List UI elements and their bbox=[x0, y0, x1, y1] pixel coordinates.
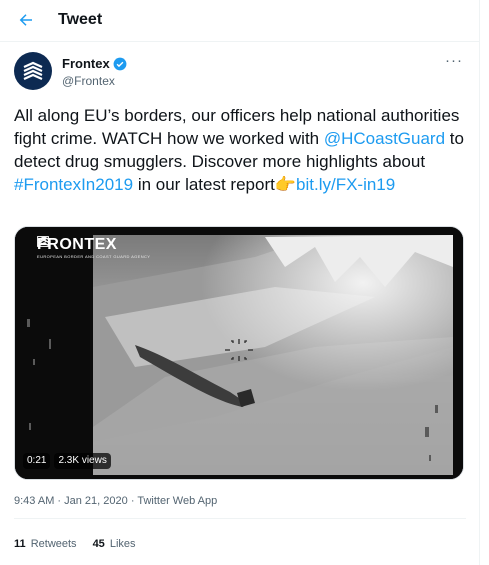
video-duration: 0:21 bbox=[23, 453, 51, 469]
more-options-button[interactable]: ··· bbox=[442, 52, 466, 74]
camera-icon bbox=[37, 236, 49, 247]
author-handle[interactable]: @Frontex bbox=[62, 74, 115, 88]
video-logo: FRONTEX bbox=[37, 236, 117, 254]
video-meta: 0:21 2.3K views bbox=[23, 453, 111, 469]
arrow-left-icon bbox=[19, 14, 32, 26]
verified-badge-icon bbox=[113, 57, 127, 70]
divider bbox=[14, 518, 466, 519]
likes-count: 45 bbox=[92, 538, 105, 550]
likes-stat[interactable]: 45 Likes bbox=[93, 538, 136, 550]
engagement-stats: 11 Retweets 45 Likes bbox=[14, 538, 136, 550]
report-link[interactable]: bit.ly/FX-in19 bbox=[296, 175, 395, 194]
retweets-label: Retweets bbox=[30, 538, 77, 550]
mention-link[interactable]: @HCoastGuard bbox=[324, 129, 445, 148]
tweet-date[interactable]: Jan 21, 2020 bbox=[64, 495, 128, 507]
more-options-icon: ··· bbox=[445, 52, 463, 69]
tweet-source[interactable]: Twitter Web App bbox=[137, 495, 217, 507]
retweets-stat[interactable]: 11 Retweets bbox=[14, 538, 77, 550]
tweet-time[interactable]: 9:43 AM bbox=[14, 495, 54, 507]
author-block: Frontex @Frontex ··· bbox=[14, 52, 466, 96]
back-button[interactable] bbox=[12, 6, 40, 34]
separator: · bbox=[127, 495, 138, 507]
author-name-text: Frontex bbox=[62, 56, 110, 71]
author-name[interactable]: Frontex bbox=[62, 56, 127, 71]
top-bar: Tweet bbox=[0, 0, 480, 42]
hashtag-link[interactable]: #FrontexIn2019 bbox=[14, 175, 133, 194]
video-views: 2.3K views bbox=[54, 453, 111, 469]
frontex-logo-icon bbox=[23, 61, 43, 81]
retweets-count: 11 bbox=[14, 538, 26, 550]
separator: · bbox=[54, 495, 65, 507]
tweet-text-part: in our latest report bbox=[133, 175, 275, 194]
tweet-timestamp: 9:43 AM · Jan 21, 2020 · Twitter Web App bbox=[14, 495, 217, 507]
tweet-page: Tweet Frontex @Frontex ··· All along EU’… bbox=[0, 0, 480, 565]
avatar[interactable] bbox=[14, 52, 52, 90]
video-frame bbox=[15, 227, 463, 479]
page-title: Tweet bbox=[58, 11, 103, 28]
likes-label: Likes bbox=[109, 538, 136, 550]
pointing-hand-emoji: 👉 bbox=[274, 175, 297, 194]
tweet-text: All along EU’s borders, our officers hel… bbox=[14, 104, 470, 196]
video-player[interactable]: FRONTEX EUROPEAN BORDER AND COAST GUARD … bbox=[14, 226, 464, 480]
video-logo-subtext: EUROPEAN BORDER AND COAST GUARD AGENCY bbox=[37, 254, 151, 259]
